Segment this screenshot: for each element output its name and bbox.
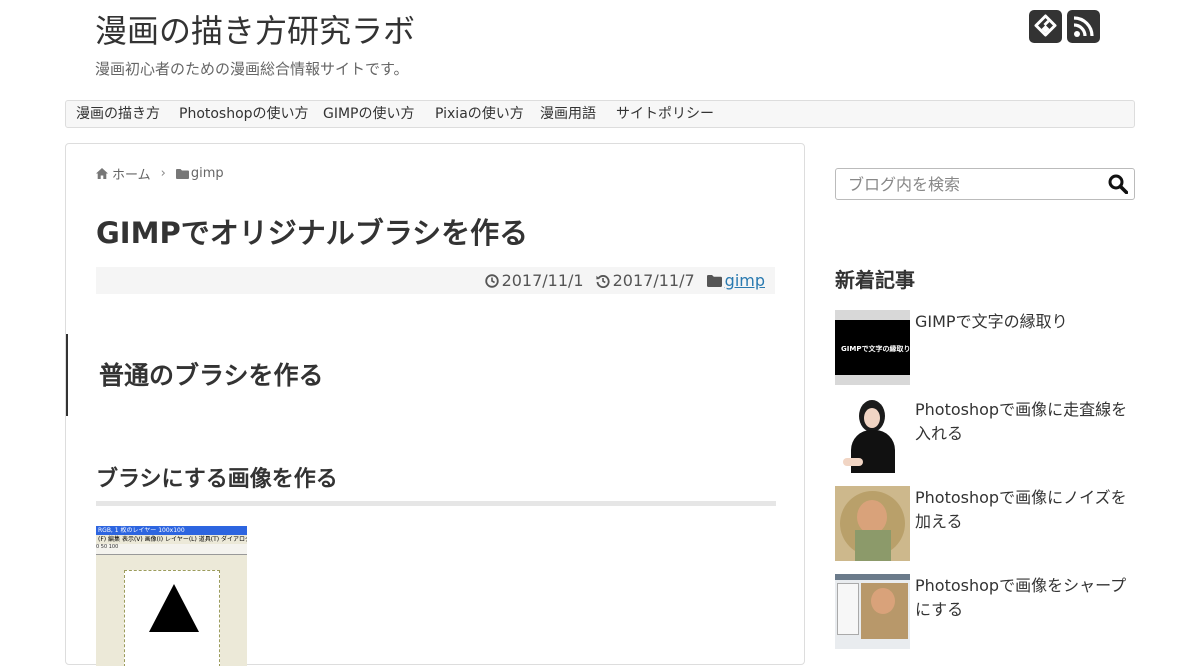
subsection-heading: ブラシにする画像を作る (96, 467, 338, 492)
post-thumbnail[interactable] (835, 574, 910, 649)
article-category: gimp (706, 271, 765, 290)
main-navigation: 漫画の描き方 Photoshopの使い方 GIMPの使い方 Pixiaの使い方 … (65, 100, 1135, 128)
recent-post-item[interactable]: Photoshopで画像にノイズを加える (835, 486, 1135, 562)
nav-item-site-policy[interactable]: サイトポリシー (616, 101, 714, 127)
home-icon (96, 168, 108, 179)
triangle-shape (149, 584, 199, 632)
nav-item-pixia[interactable]: Pixiaの使い方 (435, 101, 524, 127)
screenshot-titlebar: RGB, 1 枚のレイヤー 100x100 (96, 526, 247, 535)
folder-icon (175, 168, 189, 179)
search-form (835, 168, 1135, 200)
gimp-screenshot-image: RGB, 1 枚のレイヤー 100x100 (F) 編集 表示(V) 画像(I)… (96, 526, 247, 666)
nav-item-manga-drawing[interactable]: 漫画の描き方 (76, 101, 160, 127)
updated-date: 2017/11/7 (596, 271, 695, 290)
published-date: 2017/11/1 (484, 271, 584, 290)
section-heading: 普通のブラシを作る (99, 361, 324, 390)
post-title[interactable]: Photoshopで画像に走査線を入れる (915, 398, 1130, 446)
section-heading-block: 普通のブラシを作る (66, 334, 468, 416)
thumbnail-text: GIMPで文字の縁取り (841, 345, 910, 353)
search-icon[interactable] (1108, 174, 1128, 194)
breadcrumb-home[interactable]: ホーム (112, 164, 151, 183)
post-title[interactable]: Photoshopで画像をシャープにする (915, 574, 1130, 622)
post-title[interactable]: GIMPで文字の縁取り (915, 310, 1130, 334)
history-icon (596, 274, 610, 288)
site-title[interactable]: 漫画の描き方研究ラボ (95, 10, 415, 52)
feedly-icon[interactable] (1029, 10, 1062, 43)
nav-item-photoshop[interactable]: Photoshopの使い方 (179, 101, 309, 127)
nav-item-gimp[interactable]: GIMPの使い方 (323, 101, 415, 127)
breadcrumb-category[interactable]: gimp (191, 166, 224, 181)
clock-icon (484, 273, 499, 288)
heading-divider (96, 501, 776, 506)
recent-post-item[interactable]: Photoshopで画像に走査線を入れる (835, 398, 1135, 474)
search-input[interactable] (836, 169, 1108, 199)
category-link[interactable]: gimp (725, 271, 765, 290)
nav-item-manga-terms[interactable]: 漫画用語 (540, 101, 596, 127)
post-title[interactable]: Photoshopで画像にノイズを加える (915, 486, 1130, 534)
recent-post-item[interactable]: Photoshopで画像をシャープにする (835, 574, 1135, 650)
post-thumbnail[interactable] (835, 398, 910, 473)
article-title: GIMPでオリジナルブラシを作る (96, 216, 529, 250)
screenshot-menubar: (F) 編集 表示(V) 画像(I) レイヤー(L) 道具(T) ダイアログ(D… (98, 536, 247, 543)
post-thumbnail[interactable] (835, 486, 910, 561)
recent-post-item[interactable]: GIMPで文字の縁取り GIMPで文字の縁取り (835, 310, 1135, 386)
screenshot-ruler: 0 50 100 (96, 544, 247, 555)
main-content: ホーム › gimp GIMPでオリジナルブラシを作る 2017/11/1 20… (65, 143, 805, 666)
recent-posts-heading: 新着記事 (835, 268, 915, 292)
folder-icon (706, 274, 722, 287)
article-meta: 2017/11/1 2017/11/7 gimp (96, 267, 775, 294)
breadcrumb-chevron-icon: › (160, 166, 166, 181)
rss-icon[interactable] (1067, 10, 1100, 43)
breadcrumb: ホーム › gimp (96, 164, 224, 183)
post-thumbnail[interactable]: GIMPで文字の縁取り (835, 310, 910, 385)
site-description: 漫画初心者のための漫画総合情報サイトです。 (95, 60, 409, 78)
